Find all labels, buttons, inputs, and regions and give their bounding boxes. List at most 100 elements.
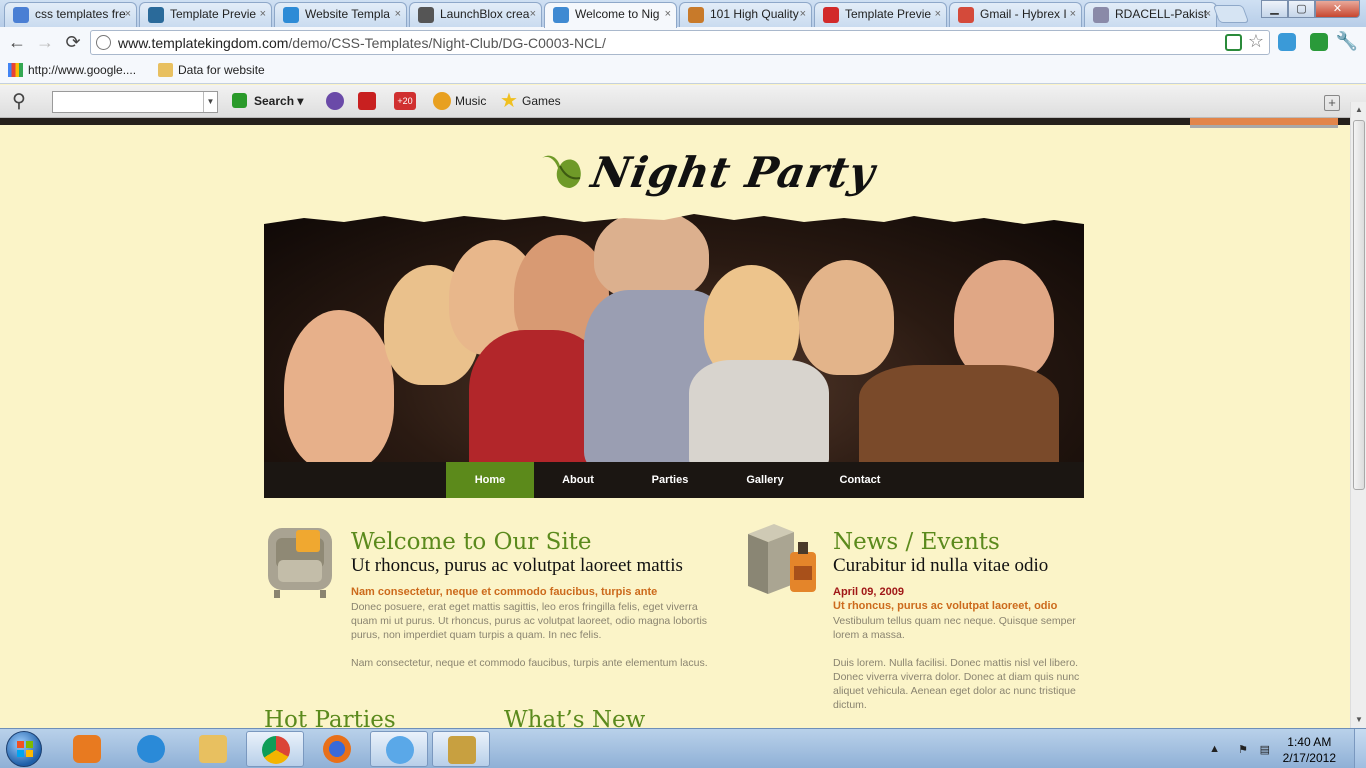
scroll-down-arrow[interactable]: ▼ bbox=[1351, 712, 1366, 728]
windows-logo-icon bbox=[17, 741, 33, 757]
bookmark-google[interactable]: http://www.google.... bbox=[8, 63, 136, 77]
wrench-icon[interactable]: 🔧 bbox=[1336, 31, 1358, 52]
close-tab-icon[interactable]: × bbox=[935, 3, 941, 25]
internet-explorer-icon bbox=[137, 735, 165, 763]
browser-tab[interactable]: Gmail - Hybrex I × bbox=[949, 2, 1082, 27]
close-tab-icon[interactable]: × bbox=[395, 3, 401, 25]
close-tab-icon[interactable]: × bbox=[800, 3, 806, 25]
tab-title: Template Previe bbox=[845, 7, 932, 21]
browser-tab[interactable]: LaunchBlox crea × bbox=[409, 2, 542, 27]
tab-title: Website Templa bbox=[305, 7, 390, 21]
show-hidden-icons[interactable]: ▲ bbox=[1209, 743, 1220, 755]
browser-tab[interactable]: RDACELL-Pakist × bbox=[1084, 2, 1217, 27]
browser-tab[interactable]: Website Templa × bbox=[274, 2, 407, 27]
network-icon[interactable]: ▤ bbox=[1260, 743, 1270, 756]
browser-tab[interactable]: 101 High Quality × bbox=[679, 2, 812, 27]
address-bar[interactable]: www.templatekingdom.com/demo/CSS-Templat… bbox=[90, 30, 1270, 55]
google-icon bbox=[8, 63, 23, 77]
add-button[interactable]: + bbox=[1324, 95, 1340, 111]
bookmark-star-icon[interactable]: ☆ bbox=[1248, 31, 1264, 52]
page-viewport: Night Party Home About Parties Gallery C… bbox=[0, 118, 1350, 728]
favicon-icon bbox=[148, 7, 164, 23]
addon-search-button[interactable]: Search ▾ bbox=[232, 90, 303, 112]
welcome-subtitle: Ut rhoncus, purus ac volutpat laoreet ma… bbox=[351, 555, 683, 576]
chevron-down-icon[interactable]: ▼ bbox=[203, 92, 217, 112]
close-tab-icon[interactable]: × bbox=[260, 3, 266, 25]
folder-icon bbox=[158, 63, 173, 77]
tab-title: Welcome to Nig bbox=[575, 7, 660, 21]
browser-tab[interactable]: Template Previe × bbox=[814, 2, 947, 27]
hero-person bbox=[859, 365, 1059, 462]
maximize-button[interactable]: ▢ bbox=[1288, 0, 1315, 18]
clock-date: 2/17/2012 bbox=[1282, 751, 1336, 765]
leaf-icon bbox=[542, 155, 581, 188]
news-paragraph: Vestibulum tellus quam nec neque. Quisqu… bbox=[833, 615, 1076, 641]
extension-c-icon[interactable] bbox=[1310, 33, 1328, 51]
taskbar-chrome[interactable] bbox=[246, 731, 304, 767]
tool-icon bbox=[448, 736, 476, 764]
taskbar-firefox[interactable] bbox=[308, 731, 366, 767]
welcome-title: Welcome to Our Site bbox=[351, 529, 592, 555]
games-button[interactable]: ★ Games bbox=[500, 90, 561, 112]
close-tab-icon[interactable]: × bbox=[125, 3, 131, 25]
close-window-button[interactable]: ✕ bbox=[1315, 0, 1360, 18]
start-button[interactable] bbox=[6, 731, 42, 767]
scroll-up-arrow[interactable]: ▲ bbox=[1351, 102, 1366, 118]
new-tab-button[interactable] bbox=[1212, 5, 1250, 23]
back-button[interactable]: ← bbox=[6, 32, 28, 54]
favicon-icon bbox=[823, 7, 839, 23]
close-tab-icon[interactable]: × bbox=[665, 3, 671, 25]
hero-person bbox=[799, 260, 894, 375]
clock[interactable]: 1:40 AM 2/17/2012 bbox=[1283, 734, 1336, 766]
skype-icon[interactable] bbox=[1278, 33, 1296, 51]
taskbar-ie[interactable] bbox=[122, 731, 180, 767]
hero-person bbox=[954, 260, 1054, 380]
addon-search-input[interactable]: ▼ bbox=[52, 91, 218, 113]
browser-tab[interactable]: css templates fre × bbox=[4, 2, 137, 27]
nav-contact[interactable]: Contact bbox=[812, 462, 908, 498]
reload-button[interactable]: ⟳ bbox=[62, 32, 84, 54]
news-lead[interactable]: Ut rhoncus, purus ac volutpat laoreet, o… bbox=[833, 600, 1057, 612]
firefox-icon bbox=[323, 735, 351, 763]
browser-tab[interactable]: Welcome to Nig × bbox=[544, 2, 677, 28]
nav-parties[interactable]: Parties bbox=[622, 462, 718, 498]
welcome-lead: Nam consectetur, neque et commodo faucib… bbox=[351, 586, 658, 598]
scroll-thumb[interactable] bbox=[1353, 120, 1365, 490]
gift-box-icon bbox=[748, 524, 816, 594]
music-button[interactable]: Music bbox=[433, 90, 486, 112]
bookmarks-bar: http://www.google.... Data for website bbox=[0, 59, 1366, 84]
nav-about[interactable]: About bbox=[534, 462, 622, 498]
top-bar bbox=[0, 118, 1350, 125]
flag-icon[interactable]: ⚑ bbox=[1238, 743, 1248, 756]
clock-time: 1:40 AM bbox=[1287, 735, 1332, 749]
news-title: News / Events bbox=[833, 529, 1000, 555]
magnifier-icon[interactable]: ⚲ bbox=[12, 90, 26, 113]
top-orange-tab[interactable] bbox=[1190, 118, 1338, 128]
favicon-icon bbox=[688, 7, 704, 23]
taskbar-tool[interactable] bbox=[432, 731, 490, 767]
show-desktop-button[interactable] bbox=[1354, 729, 1366, 768]
nav-home[interactable]: Home bbox=[446, 462, 534, 498]
taskbar-explorer[interactable] bbox=[184, 731, 242, 767]
close-tab-icon[interactable]: × bbox=[1070, 3, 1076, 25]
hot-parties-heading: Hot Parties bbox=[264, 707, 396, 728]
browser-tab[interactable]: Template Previe × bbox=[139, 2, 272, 27]
close-tab-icon[interactable]: × bbox=[1205, 3, 1211, 25]
close-tab-icon[interactable]: × bbox=[530, 3, 536, 25]
music-icon bbox=[433, 92, 451, 110]
media-player-icon bbox=[73, 735, 101, 763]
shield-extension-icon[interactable] bbox=[1225, 34, 1242, 51]
minimize-button[interactable]: ▁ bbox=[1261, 0, 1288, 18]
page-scrollbar[interactable]: ▲ ▼ bbox=[1350, 102, 1366, 728]
nav-gallery[interactable]: Gallery bbox=[718, 462, 812, 498]
url-text: www.templatekingdom.com/demo/CSS-Templat… bbox=[118, 35, 606, 51]
taskbar-media-player[interactable] bbox=[58, 731, 116, 767]
tab-title: LaunchBlox crea bbox=[440, 7, 530, 21]
forward-button[interactable]: → bbox=[34, 32, 56, 54]
taskbar-messenger[interactable] bbox=[370, 731, 428, 767]
bookmark-data-folder[interactable]: Data for website bbox=[158, 63, 265, 77]
site-logo[interactable]: Night Party bbox=[540, 146, 879, 202]
arrow-right-icon bbox=[232, 93, 247, 108]
youtube-icon bbox=[358, 92, 376, 110]
chrome-icon bbox=[262, 736, 290, 764]
